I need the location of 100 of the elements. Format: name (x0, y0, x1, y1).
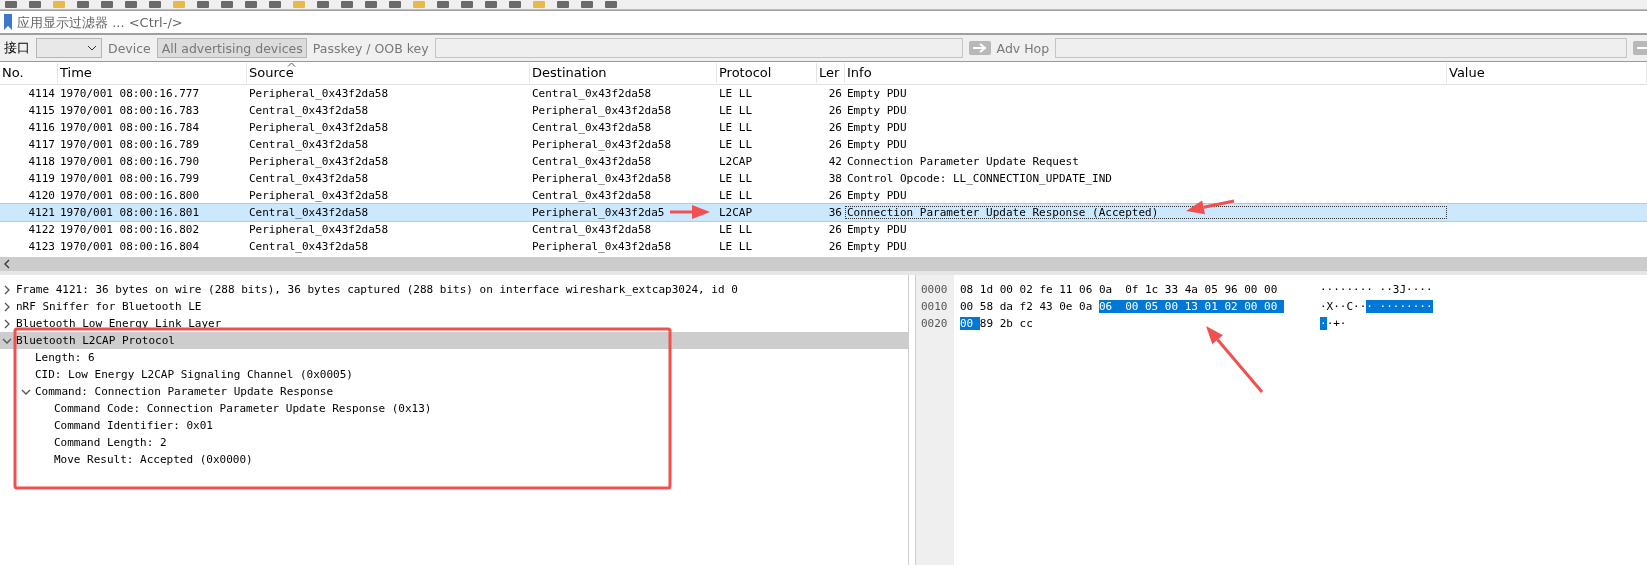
table-cell-text: 26 (827, 104, 843, 117)
tree-row[interactable]: nRF Sniffer for Bluetooth LE (0, 298, 908, 315)
table-cell-text: LE LL (718, 240, 753, 253)
tree-row[interactable]: Frame 4121: 36 bytes on wire (288 bits), 36 bytes captured (288 bits) on interface wireshark_extcap3024, id 0 (0, 281, 908, 298)
table-cell-text: Peripheral_0x43f2da5 (531, 206, 665, 219)
column-header[interactable]: No. (0, 63, 58, 83)
scroll-left-icon[interactable] (2, 259, 12, 269)
horizontal-scrollbar[interactable] (0, 257, 1647, 271)
toolbar-icon[interactable] (4, 1, 18, 9)
column-header[interactable]: Ler (817, 63, 845, 83)
tree-item-text: Move Result: Accepted (0x0000) (54, 453, 253, 466)
hex-byte: 89 (979, 317, 995, 330)
hex-byte: 00 (960, 317, 980, 330)
table-cell-text: 1970/001 08:00:16.799 (59, 172, 200, 185)
hex-byte: 2b (999, 317, 1014, 330)
table-cell-text: 1970/001 08:00:16.801 (59, 206, 200, 219)
hex-byte: 00 (999, 283, 1014, 296)
table-cell-text: 1970/001 08:00:16.804 (59, 240, 200, 253)
toolbar-icon[interactable] (364, 1, 378, 9)
table-cell-text: Empty PDU (846, 87, 907, 100)
device-label: Device (108, 40, 151, 56)
packet-row[interactable]: 4116 1970/001 08:00:16.784 Peripheral_0x43f2da58 Central_0x43f2da58 LE LL 26 Empty PDU (0, 119, 1647, 136)
toolbar-icon[interactable] (580, 1, 594, 9)
toolbar-icon[interactable] (388, 1, 402, 9)
table-cell-text: Empty PDU (846, 240, 907, 253)
packet-row[interactable]: 4121 1970/001 08:00:16.801 Central_0x43f2da58 Peripheral_0x43f2da5 L2CAP 36 Connection Parameter Update Response (Accepted) (0, 204, 1647, 221)
annotation-arrow (670, 205, 710, 219)
toolbar-icon[interactable] (340, 1, 354, 9)
hex-byte: 0e (1059, 300, 1074, 313)
toolbar-icon[interactable] (124, 1, 138, 9)
packet-row[interactable]: 4120 1970/001 08:00:16.800 Peripheral_0x43f2da58 Central_0x43f2da58 LE LL 26 Empty PDU (0, 187, 1647, 204)
toolbar-icon[interactable] (604, 1, 618, 9)
toolbar-icon[interactable] (436, 1, 450, 9)
toolbar-icon[interactable] (556, 1, 570, 9)
table-cell-text: L2CAP (718, 155, 753, 168)
table-cell-text: Peripheral_0x43f2da58 (248, 87, 389, 100)
tree-row[interactable]: CID: Low Energy L2CAP Signaling Channel (0x0005) (0, 366, 908, 383)
column-header[interactable]: Source (247, 63, 530, 83)
hex-byte: 33 (1164, 283, 1180, 296)
packet-row[interactable]: 4115 1970/001 08:00:16.783 Central_0x43f2da58 Peripheral_0x43f2da58 LE LL 26 Empty PDU (0, 102, 1647, 119)
column-header[interactable]: Protocol (717, 63, 817, 83)
table-cell-text: Empty PDU (846, 223, 907, 236)
table-cell-text: 1970/001 08:00:16.783 (59, 104, 200, 117)
chevron-down-icon (87, 45, 97, 51)
toolbar-icon[interactable] (100, 1, 114, 9)
hex-byte: cc (1019, 317, 1034, 330)
tree-row[interactable]: Move Result: Accepted (0x0000) (0, 451, 908, 468)
ascii-text: ·+· (1326, 317, 1347, 330)
tree-row[interactable]: Command Identifier: 0x01 (0, 417, 908, 434)
column-header[interactable]: Time (58, 63, 247, 83)
table-cell-text: LE LL (718, 87, 753, 100)
table-cell-text: Central_0x43f2da58 (248, 138, 369, 151)
table-cell-text: Empty PDU (846, 121, 907, 134)
table-cell-text: Central_0x43f2da58 (531, 189, 652, 202)
toolbar-icon[interactable] (148, 1, 162, 9)
tree-row[interactable]: Command: Connection Parameter Update Response (0, 383, 908, 400)
table-cell-text: 1970/001 08:00:16.777 (59, 87, 200, 100)
hex-byte: 4a (1184, 283, 1199, 296)
toolbar-icon[interactable] (508, 1, 522, 9)
table-cell-text: Control Opcode: LL_CONNECTION_UPDATE_IND (846, 172, 1112, 185)
table-cell-text: 36 (827, 206, 843, 219)
byte-offset: 0000 (920, 282, 949, 298)
table-cell-text: Central_0x43f2da58 (248, 172, 369, 185)
tree-row[interactable]: Bluetooth L2CAP Protocol (0, 332, 908, 349)
table-cell-text: Central_0x43f2da58 (531, 223, 652, 236)
adv-hop-field[interactable] (1055, 38, 1627, 58)
packet-row[interactable]: 4123 1970/001 08:00:16.804 Central_0x43f2da58 Peripheral_0x43f2da58 LE LL 26 Empty PDU (0, 238, 1647, 255)
tree-row[interactable]: Command Length: 2 (0, 434, 908, 451)
toolbar-icon[interactable] (316, 1, 330, 9)
table-cell-text: 4121 (27, 206, 56, 219)
packet-row[interactable]: 4122 1970/001 08:00:16.802 Peripheral_0x43f2da58 Central_0x43f2da58 LE LL 26 Empty PDU (0, 221, 1647, 238)
hex-byte: f2 (1019, 300, 1034, 313)
byte-offset: 0020 (920, 316, 949, 332)
toolbar-icon[interactable] (244, 1, 258, 9)
hex-byte: da (999, 300, 1014, 313)
column-header[interactable]: Destination (530, 63, 717, 83)
packet-row[interactable]: 4118 1970/001 08:00:16.790 Peripheral_0x43f2da58 Central_0x43f2da58 L2CAP 42 Connection Parameter Update Request (0, 153, 1647, 170)
toolbar-icon[interactable] (220, 1, 234, 9)
toolbar-icon[interactable] (196, 1, 210, 9)
table-cell-text: Empty PDU (846, 104, 907, 117)
table-cell-text: Central_0x43f2da58 (248, 104, 369, 117)
packet-row[interactable]: 4114 1970/001 08:00:16.777 Peripheral_0x43f2da58 Central_0x43f2da58 LE LL 26 Empty PDU (0, 85, 1647, 102)
column-header[interactable]: Value (1447, 63, 1647, 83)
toolbar-icon[interactable] (460, 1, 474, 9)
packet-row[interactable]: 4119 1970/001 08:00:16.799 Central_0x43f2da58 Peripheral_0x43f2da58 LE LL 38 Control Opcode: LL_CONNECTION_UPDATE_IND (0, 170, 1647, 187)
table-cell-text: Peripheral_0x43f2da58 (248, 223, 389, 236)
table-cell-text: 4122 (27, 223, 56, 236)
table-cell-text: 4116 (27, 121, 56, 134)
passkey-field[interactable] (434, 38, 963, 58)
toolbar-icon[interactable] (28, 1, 42, 9)
packet-row[interactable]: 4117 1970/001 08:00:16.789 Central_0x43f2da58 Peripheral_0x43f2da58 LE LL 26 Empty PDU (0, 136, 1647, 153)
toolbar-icon[interactable] (484, 1, 498, 9)
toolbar-icon[interactable] (268, 1, 282, 9)
toolbar-icon[interactable] (76, 1, 90, 9)
tree-row[interactable]: Command Code: Connection Parameter Update Response (0x13) (0, 400, 908, 417)
tree-item-text: Command Length: 2 (54, 436, 167, 449)
hex-byte: 02 (1019, 283, 1034, 296)
tree-row[interactable]: Length: 6 (0, 349, 908, 366)
column-header[interactable]: Info (845, 63, 1447, 83)
hex-byte: 00 (1264, 283, 1279, 296)
